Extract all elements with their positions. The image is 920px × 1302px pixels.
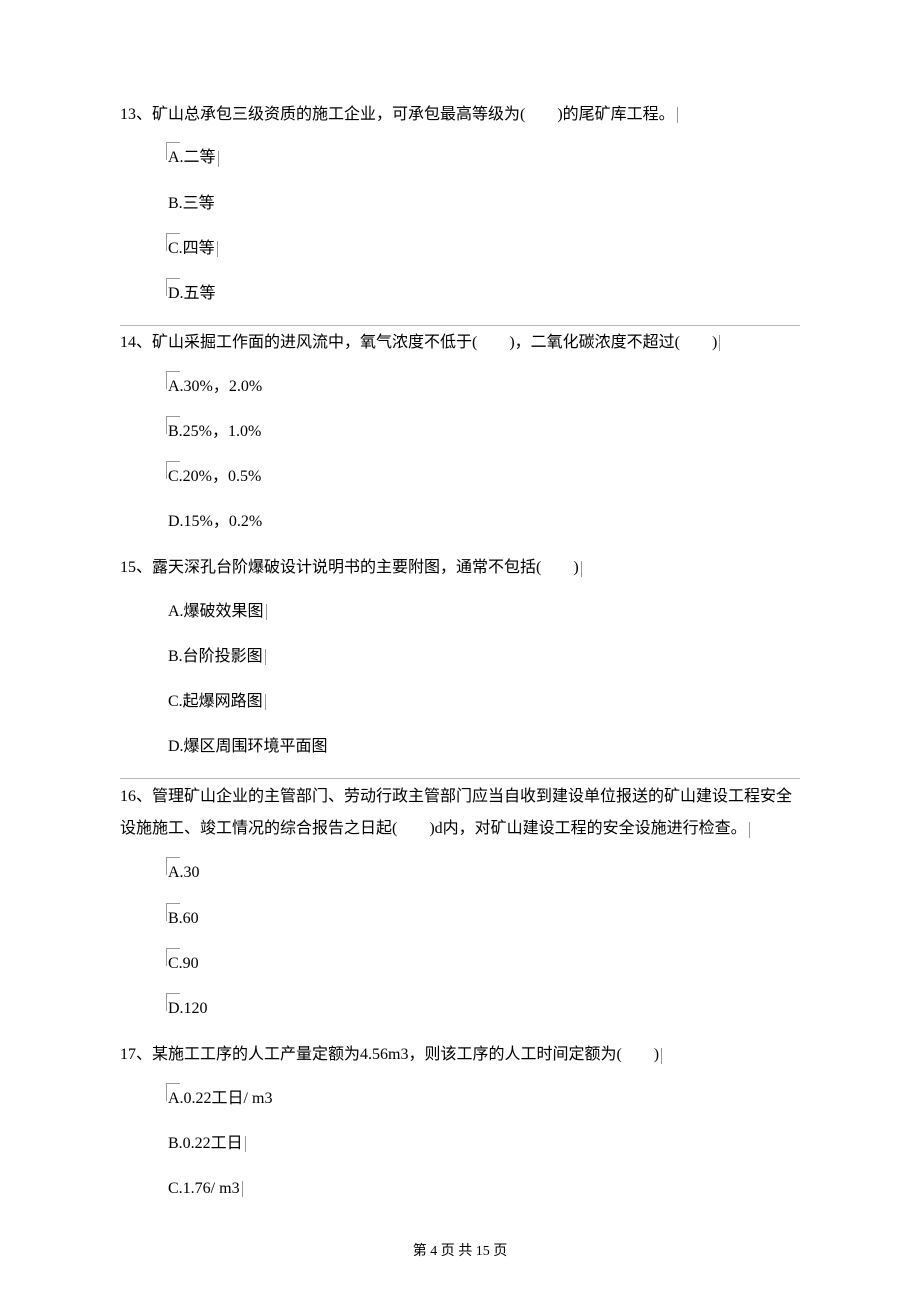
question-number: 16、 xyxy=(120,788,152,805)
edit-mark-icon xyxy=(677,107,678,123)
option-text: A.爆破效果图 xyxy=(168,598,264,625)
option-c: C.起爆网路图 xyxy=(168,688,800,715)
option-c: C.1.76/ m3 xyxy=(168,1175,800,1202)
option-text: D.15%，0.2% xyxy=(168,508,262,535)
option-text: A.0.22工日/ m3 xyxy=(168,1085,272,1112)
edit-mark-icon xyxy=(218,151,219,167)
options-list: A.30%，2.0% B.25%，1.0% C.20%，0.5% D.15%，0… xyxy=(168,373,800,536)
option-text: D.爆区周围环境平面图 xyxy=(168,733,328,760)
edit-mark-icon xyxy=(749,822,750,838)
option-text: C.四等 xyxy=(168,235,215,262)
question-body: 某施工工序的人工产量定额为4.56m3，则该工序的人工时间定额为( ) xyxy=(152,1046,659,1063)
option-d: D.15%，0.2% xyxy=(168,508,800,535)
question-text: 15、露天深孔台阶爆破设计说明书的主要附图，通常不包括( ) xyxy=(120,553,800,583)
question-body: 矿山总承包三级资质的施工企业，可承包最高等级为( )的尾矿库工程。 xyxy=(152,106,675,123)
document-content: 13、矿山总承包三级资质的施工企业，可承包最高等级为( )的尾矿库工程。 A.二… xyxy=(120,100,800,1202)
edit-mark-icon xyxy=(661,1048,662,1064)
edit-mark-icon xyxy=(581,561,582,577)
option-d: D.五等 xyxy=(168,280,800,307)
question-number: 14、 xyxy=(120,334,152,351)
option-text: B.0.22工日 xyxy=(168,1130,243,1157)
option-text: B.台阶投影图 xyxy=(168,643,263,670)
option-text: A.30 xyxy=(168,859,200,886)
options-list: A.二等 B.三等 C.四等 D.五等 xyxy=(168,144,800,307)
option-a: A.二等 xyxy=(168,144,800,171)
option-text: C.1.76/ m3 xyxy=(168,1175,240,1202)
option-b: B.25%，1.0% xyxy=(168,418,800,445)
option-text: B.60 xyxy=(168,905,199,932)
option-b: B.60 xyxy=(168,905,800,932)
option-text: C.20%，0.5% xyxy=(168,463,261,490)
options-list: A.0.22工日/ m3 B.0.22工日 C.1.76/ m3 xyxy=(168,1085,800,1203)
option-c: C.20%，0.5% xyxy=(168,463,800,490)
question-text: 14、矿山采掘工作面的进风流中，氧气浓度不低于( )，二氧化碳浓度不超过( ) xyxy=(120,325,800,358)
option-d: D.120 xyxy=(168,995,800,1022)
option-text: B.三等 xyxy=(168,190,215,217)
option-c: C.四等 xyxy=(168,235,800,262)
option-b: B.台阶投影图 xyxy=(168,643,800,670)
option-a: A.30 xyxy=(168,859,800,886)
option-a: A.30%，2.0% xyxy=(168,373,800,400)
option-a: A.爆破效果图 xyxy=(168,598,800,625)
edit-mark-icon xyxy=(265,649,266,665)
footer-prefix: 第 xyxy=(413,1244,431,1259)
option-text: C.起爆网路图 xyxy=(168,688,263,715)
edit-mark-icon xyxy=(217,241,218,257)
option-a: A.0.22工日/ m3 xyxy=(168,1085,800,1112)
question-number: 15、 xyxy=(120,559,152,576)
edit-mark-icon xyxy=(242,1181,243,1197)
question-text: 16、管理矿山企业的主管部门、劳动行政主管部门应当自收到建设单位报送的矿山建设工… xyxy=(120,778,800,845)
question-15: 15、露天深孔台阶爆破设计说明书的主要附图，通常不包括( ) A.爆破效果图 B… xyxy=(120,553,800,760)
options-list: A.爆破效果图 B.台阶投影图 C.起爆网路图 D.爆区周围环境平面图 xyxy=(168,598,800,761)
question-body: 管理矿山企业的主管部门、劳动行政主管部门应当自收到建设单位报送的矿山建设工程安全… xyxy=(120,788,792,837)
question-16: 16、管理矿山企业的主管部门、劳动行政主管部门应当自收到建设单位报送的矿山建设工… xyxy=(120,778,800,1022)
footer-middle: 页 共 xyxy=(437,1244,476,1259)
option-text: A.二等 xyxy=(168,144,216,171)
page-footer: 第 4 页 共 15 页 xyxy=(0,1240,920,1260)
question-number: 17、 xyxy=(120,1046,152,1063)
option-b: B.三等 xyxy=(168,190,800,217)
question-13: 13、矿山总承包三级资质的施工企业，可承包最高等级为( )的尾矿库工程。 A.二… xyxy=(120,100,800,307)
option-text: C.90 xyxy=(168,950,199,977)
question-text: 13、矿山总承包三级资质的施工企业，可承包最高等级为( )的尾矿库工程。 xyxy=(120,100,800,130)
edit-mark-icon xyxy=(265,694,266,710)
option-text: D.五等 xyxy=(168,280,216,307)
options-list: A.30 B.60 C.90 D.120 xyxy=(168,859,800,1022)
option-text: B.25%，1.0% xyxy=(168,418,261,445)
question-body: 矿山采掘工作面的进风流中，氧气浓度不低于( )，二氧化碳浓度不超过( ) xyxy=(152,334,717,351)
option-text: D.120 xyxy=(168,995,208,1022)
option-d: D.爆区周围环境平面图 xyxy=(168,733,800,760)
footer-suffix: 页 xyxy=(490,1244,508,1259)
question-17: 17、某施工工序的人工产量定额为4.56m3，则该工序的人工时间定额为( ) A… xyxy=(120,1040,800,1202)
question-body: 露天深孔台阶爆破设计说明书的主要附图，通常不包括( ) xyxy=(152,559,579,576)
option-text: A.30%，2.0% xyxy=(168,373,262,400)
footer-total-pages: 15 xyxy=(476,1244,490,1259)
question-number: 13、 xyxy=(120,106,152,123)
edit-mark-icon xyxy=(719,335,720,351)
edit-mark-icon xyxy=(266,604,267,620)
option-b: B.0.22工日 xyxy=(168,1130,800,1157)
question-14: 14、矿山采掘工作面的进风流中，氧气浓度不低于( )，二氧化碳浓度不超过( ) … xyxy=(120,325,800,535)
edit-mark-icon xyxy=(245,1136,246,1152)
question-text: 17、某施工工序的人工产量定额为4.56m3，则该工序的人工时间定额为( ) xyxy=(120,1040,800,1070)
option-c: C.90 xyxy=(168,950,800,977)
